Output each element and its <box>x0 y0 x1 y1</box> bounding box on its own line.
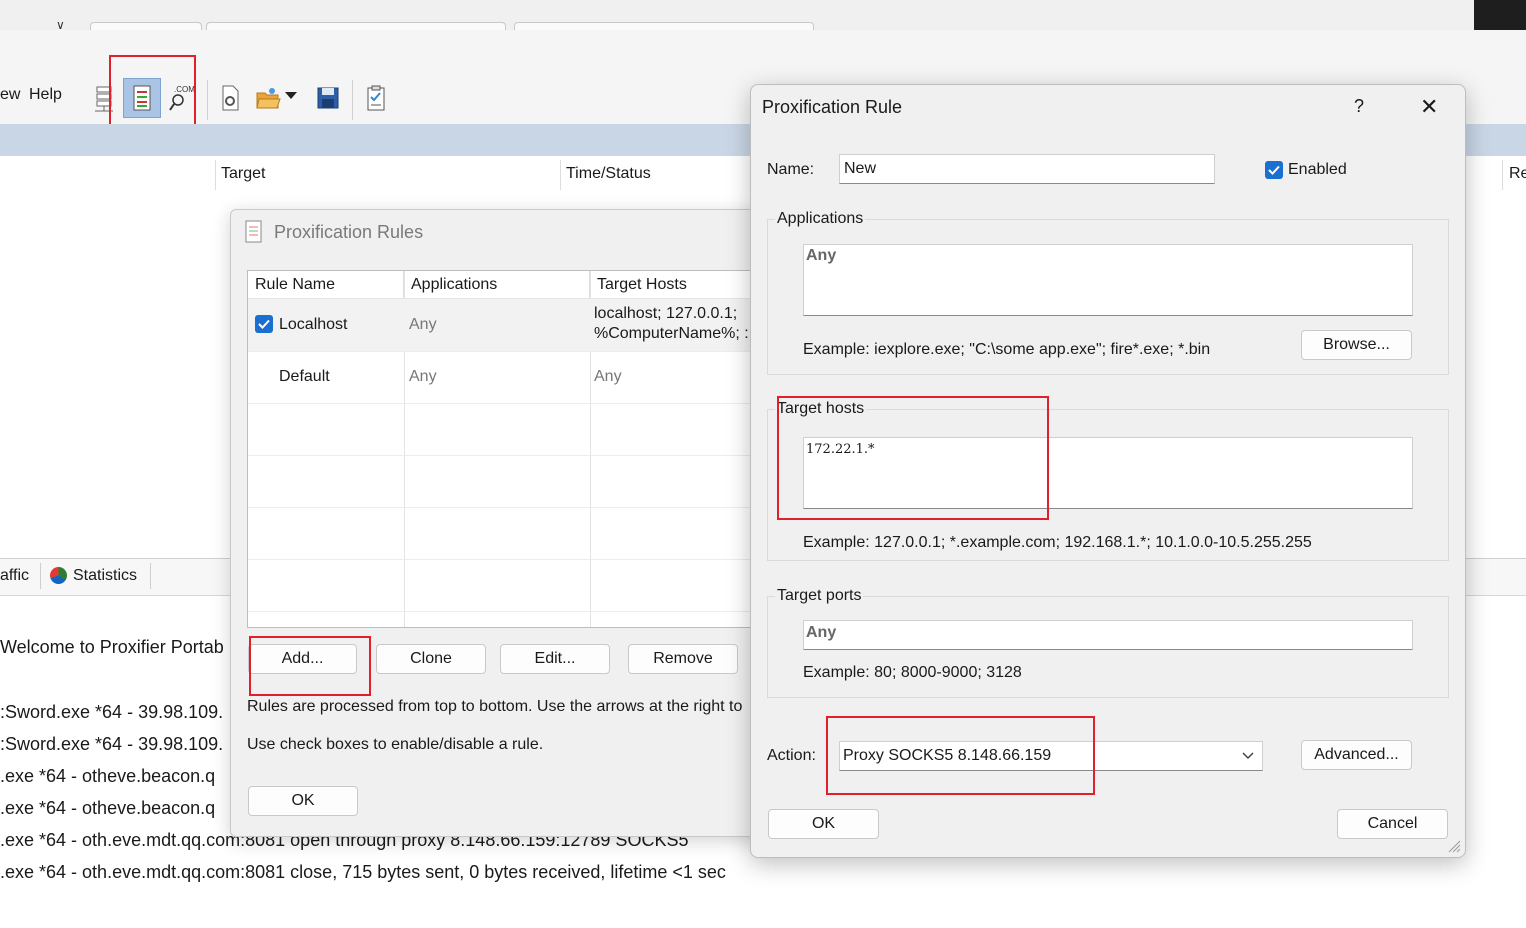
annotation-highlight-action <box>826 716 1095 795</box>
tab-statistics[interactable]: Statistics <box>73 567 137 585</box>
enabled-label: Enabled <box>1288 161 1347 178</box>
ok-button[interactable]: OK <box>248 786 358 816</box>
rules-checkbox-note: Use check boxes to enable/disable a rule… <box>247 736 544 753</box>
tab-traffic[interactable]: affic <box>0 567 29 585</box>
dropdown-arrow-icon[interactable] <box>285 92 297 99</box>
advanced-button[interactable]: Advanced... <box>1301 740 1412 770</box>
rules-order-note: Rules are processed from top to bottom. … <box>247 698 743 715</box>
checklist-icon <box>367 85 385 111</box>
checkmark-icon <box>1268 165 1280 175</box>
log-line: .exe *64 - otheve.beacon.q <box>0 798 216 818</box>
applications-field[interactable]: Any <box>803 244 1413 316</box>
log-line: :Sword.exe *64 - 39.98.109. <box>0 702 224 722</box>
edit-button[interactable]: Edit... <box>500 644 610 674</box>
toolbar-separator <box>352 80 353 120</box>
table-row <box>248 403 788 456</box>
applications-value: Any <box>806 247 837 264</box>
ok-button[interactable]: OK <box>768 809 879 839</box>
action-label: Action: <box>767 747 816 764</box>
name-field[interactable]: New <box>839 154 1215 184</box>
applications-example: Example: iexplore.exe; "C:\some app.exe"… <box>803 341 1211 358</box>
rules-icon <box>245 220 262 243</box>
close-icon[interactable]: ✕ <box>1420 94 1438 120</box>
checkmark-icon <box>258 319 270 329</box>
column-applications[interactable]: Applications <box>404 271 590 299</box>
dialog-title: Proxification Rules <box>274 222 424 242</box>
column-separator <box>560 160 561 190</box>
open-profile-button[interactable] <box>250 78 286 118</box>
rules-table: Rule Name Applications Target Hosts Loca… <box>247 270 789 628</box>
proxification-rules-dialog: Proxification Rules Rule Name Applicatio… <box>230 209 792 837</box>
cancel-button[interactable]: Cancel <box>1337 809 1448 839</box>
log-line: .exe *64 - oth.eve.mdt.qq.com:8081 close… <box>0 862 726 882</box>
title-strip: ∨ <box>0 0 1526 32</box>
column-separator <box>1502 160 1503 190</box>
target-hosts-example: Example: 127.0.0.1; *.example.com; 192.1… <box>803 534 1312 551</box>
clone-button[interactable]: Clone <box>376 644 486 674</box>
rule-targets: localhost; 127.0.0.1; <box>594 305 738 322</box>
browse-button[interactable]: Browse... <box>1301 330 1412 360</box>
applications-label: Applications <box>775 210 866 228</box>
name-label: Name: <box>767 161 815 178</box>
rule-applications: Any <box>409 368 437 385</box>
column-target[interactable]: Target <box>221 165 265 183</box>
menu-view[interactable]: ew <box>0 86 20 104</box>
rule-enabled-checkbox[interactable] <box>255 315 273 333</box>
enabled-checkbox[interactable] <box>1265 161 1283 179</box>
dialog-title: Proxification Rule <box>762 97 903 117</box>
pie-chart-icon <box>50 567 67 584</box>
toolbar-separator <box>207 80 208 120</box>
annotation-highlight-target-hosts <box>777 396 1049 520</box>
open-folder-icon <box>256 88 281 109</box>
rule-name: Default <box>279 368 330 385</box>
table-row <box>248 559 788 612</box>
help-button[interactable]: ? <box>1354 96 1364 117</box>
profile-settings-button[interactable] <box>212 78 248 118</box>
annotation-highlight-add <box>249 636 371 696</box>
rule-targets: Any <box>594 368 622 385</box>
resize-grip-icon[interactable] <box>1445 837 1461 853</box>
rule-name: Localhost <box>279 316 348 333</box>
column-separator <box>215 160 216 190</box>
log-line: :Sword.exe *64 - 39.98.109. <box>0 734 224 754</box>
target-ports-field[interactable]: Any <box>803 620 1413 650</box>
save-icon <box>317 87 339 109</box>
column-time-status[interactable]: Time/Status <box>566 165 651 183</box>
name-value: New <box>844 160 877 177</box>
target-ports-label: Target ports <box>775 587 864 605</box>
table-row <box>248 507 788 560</box>
window-corner <box>1474 0 1526 30</box>
tab-separator <box>150 563 151 589</box>
target-ports-value: Any <box>806 624 837 641</box>
column-rule-name[interactable]: Rule Name <box>248 271 404 299</box>
remove-button[interactable]: Remove <box>628 644 738 674</box>
table-row <box>248 455 788 508</box>
table-row[interactable]: Default Any Any <box>248 351 788 404</box>
column-partial[interactable]: Re <box>1509 165 1526 183</box>
log-line: .exe *64 - otheve.beacon.q <box>0 766 216 786</box>
table-row[interactable]: Localhost Any localhost; 127.0.0.1; %Com… <box>248 299 788 352</box>
checklist-button[interactable] <box>358 78 394 118</box>
rule-targets: %ComputerName%; ::1 <box>594 325 763 342</box>
save-profile-button[interactable] <box>310 78 346 118</box>
menu-help[interactable]: Help <box>29 86 62 104</box>
target-ports-example: Example: 80; 8000-9000; 3128 <box>803 664 1022 681</box>
log-line: Welcome to Proxifier Portab <box>0 637 224 657</box>
rule-applications: Any <box>409 316 437 333</box>
chevron-down-icon <box>1242 752 1254 760</box>
profile-settings-icon <box>222 85 239 111</box>
tab-separator <box>40 563 41 589</box>
